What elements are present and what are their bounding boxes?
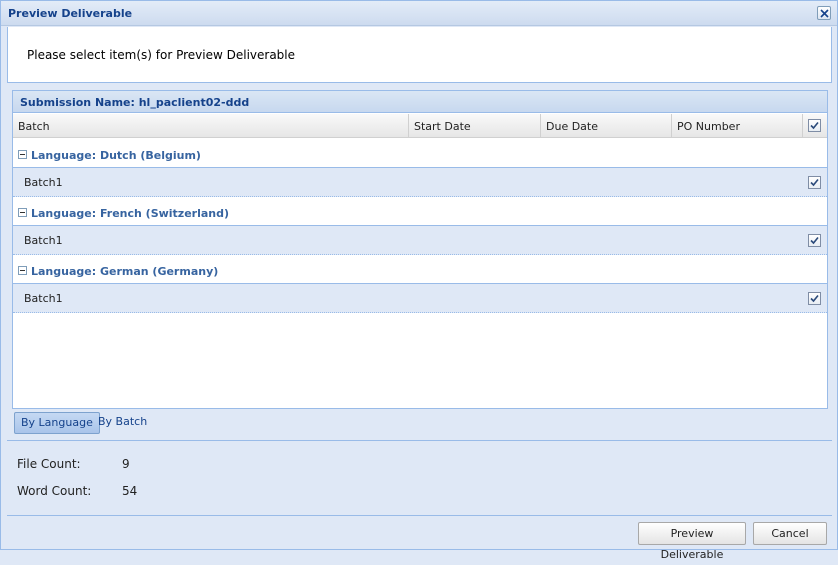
close-icon (820, 9, 829, 18)
file-count-value: 9 (122, 457, 130, 471)
cancel-button[interactable]: Cancel (753, 522, 827, 545)
group-row-french-switzerland[interactable]: Language: French (Switzerland) (13, 197, 827, 226)
column-header-due-date[interactable]: Due Date (541, 114, 672, 138)
row-checkbox[interactable] (808, 176, 821, 189)
column-header-batch[interactable]: Batch (13, 114, 409, 138)
grouping-tabbar: By Language By Batch (12, 409, 828, 436)
collapse-icon[interactable] (18, 266, 27, 275)
column-header-po-number[interactable]: PO Number (672, 114, 803, 138)
row-checkbox[interactable] (808, 234, 821, 247)
submission-name: Submission Name: hl_paclient02-ddd (20, 96, 250, 109)
tab-by-batch[interactable]: By Batch (92, 412, 153, 434)
preview-deliverable-button[interactable]: Preview Deliverable (638, 522, 746, 561)
tab-by-language[interactable]: By Language (14, 412, 100, 434)
deliverable-grid: Submission Name: hl_paclient02-ddd Batch… (12, 90, 828, 409)
table-row[interactable]: Batch1 (13, 284, 827, 313)
checkmark-icon (810, 294, 819, 303)
word-count-label: Word Count: (17, 484, 92, 498)
dialog-titlebar: Preview Deliverable (1, 1, 837, 26)
instruction-panel: Please select item(s) for Preview Delive… (7, 27, 832, 83)
collapse-icon[interactable] (18, 150, 27, 159)
stats-panel: File Count: 9 Word Count: 54 (7, 440, 832, 516)
table-row[interactable]: Batch1 (13, 168, 827, 197)
word-count-value: 54 (122, 484, 138, 498)
instruction-text: Please select item(s) for Preview Delive… (27, 48, 296, 62)
batch-cell: Batch1 (24, 234, 63, 247)
select-all-checkbox[interactable] (808, 119, 821, 132)
column-header-select-all (803, 114, 827, 138)
column-header-start-date[interactable]: Start Date (409, 114, 541, 138)
checkmark-icon (810, 121, 819, 130)
group-row-german-germany[interactable]: Language: German (Germany) (13, 255, 827, 284)
collapse-icon[interactable] (18, 208, 27, 217)
batch-cell: Batch1 (24, 176, 63, 189)
file-count-label: File Count: (17, 457, 81, 471)
dialog-title: Preview Deliverable (8, 7, 133, 20)
row-checkbox[interactable] (808, 292, 821, 305)
checkmark-icon (810, 178, 819, 187)
checkmark-icon (810, 236, 819, 245)
close-button[interactable] (817, 6, 831, 20)
grid-panel-header: Submission Name: hl_paclient02-ddd (13, 91, 827, 113)
batch-cell: Batch1 (24, 292, 63, 305)
preview-deliverable-dialog: Preview Deliverable Please select item(s… (0, 0, 838, 561)
table-row[interactable]: Batch1 (13, 226, 827, 255)
group-row-dutch-belgium[interactable]: Language: Dutch (Belgium) (13, 139, 827, 168)
